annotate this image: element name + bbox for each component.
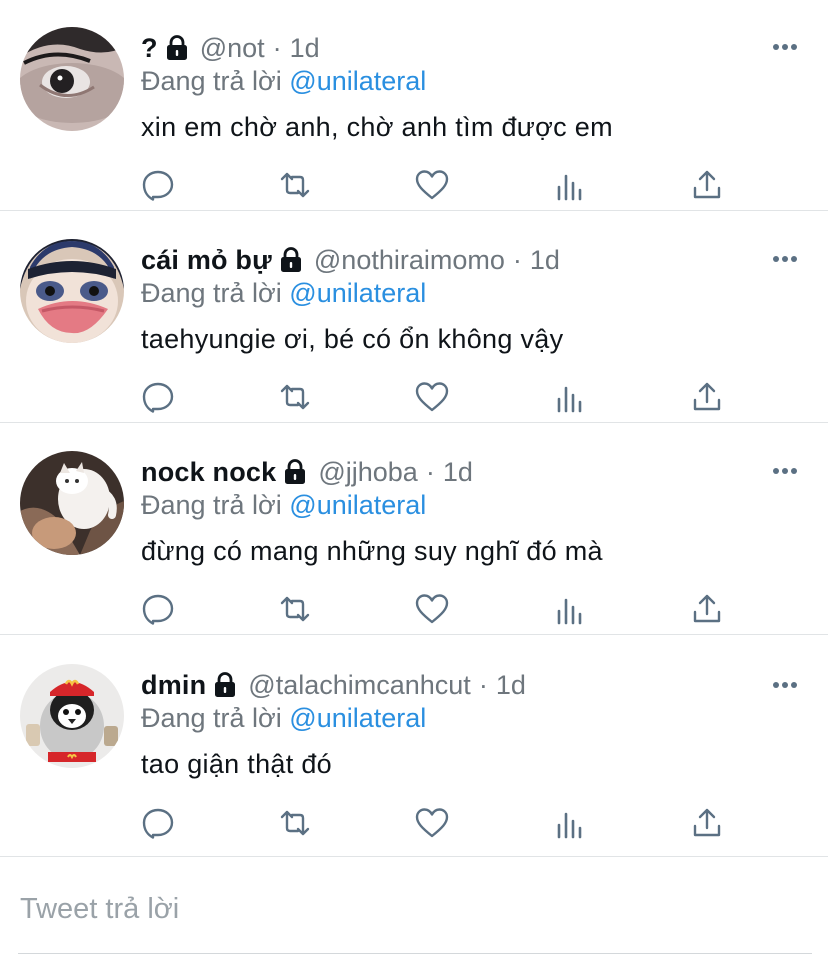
- analytics-icon[interactable]: [553, 168, 587, 202]
- analytics-icon[interactable]: [553, 380, 587, 414]
- reply-input[interactable]: [18, 880, 812, 938]
- avatar[interactable]: [20, 664, 124, 768]
- display-name[interactable]: nock nock: [141, 457, 276, 488]
- tweet-text: tao giận thật đó: [141, 749, 332, 779]
- more-icon[interactable]: [772, 462, 798, 474]
- separator-dot: ·: [272, 32, 282, 63]
- reply-icon[interactable]: [141, 592, 175, 626]
- lock-icon: [279, 247, 303, 273]
- reply-mention[interactable]: @unilateral: [289, 278, 426, 308]
- tweet-actions: [0, 592, 828, 628]
- reply-context: Đang trả lời @unilateral: [141, 278, 426, 309]
- share-icon[interactable]: [690, 380, 724, 414]
- more-icon[interactable]: [772, 250, 798, 262]
- reply-composer: [0, 856, 828, 955]
- separator-dot: ·: [478, 669, 488, 700]
- analytics-icon[interactable]: [553, 806, 587, 840]
- user-handle[interactable]: @talachimcanhcut: [248, 670, 471, 701]
- heart-icon[interactable]: [415, 168, 449, 202]
- more-icon[interactable]: [772, 38, 798, 50]
- user-handle[interactable]: @nothiraimomo: [314, 245, 505, 276]
- reply-prefix: Đang trả lời: [141, 490, 282, 520]
- more-icon[interactable]: [772, 676, 798, 688]
- reply-mention[interactable]: @unilateral: [289, 703, 426, 733]
- reply-context: Đang trả lời @unilateral: [141, 66, 426, 97]
- lock-icon: [213, 672, 237, 698]
- tweet-text: taehyungie ơi, bé có ổn không vậy: [141, 324, 564, 354]
- lock-icon: [283, 459, 307, 485]
- timestamp[interactable]: 1d: [496, 670, 526, 701]
- reply-mention[interactable]: @unilateral: [289, 490, 426, 520]
- heart-icon[interactable]: [415, 806, 449, 840]
- tweet-text: đừng có mang những suy nghĩ đó mà: [141, 536, 603, 566]
- timestamp[interactable]: 1d: [290, 33, 320, 64]
- tweet-actions: [0, 380, 828, 416]
- tweet-text: xin em chờ anh, chờ anh tìm được em: [141, 112, 613, 142]
- tweet-item[interactable]: dmin @talachimcanhcut · 1d Đang trả lời …: [0, 636, 828, 857]
- reply-prefix: Đang trả lời: [141, 703, 282, 733]
- display-name[interactable]: cái mỏ bự: [141, 245, 272, 276]
- timestamp[interactable]: 1d: [443, 457, 473, 488]
- user-handle[interactable]: @jjhoba: [318, 457, 417, 488]
- reply-icon[interactable]: [141, 380, 175, 414]
- retweet-icon[interactable]: [278, 380, 312, 414]
- reply-prefix: Đang trả lời: [141, 278, 282, 308]
- share-icon[interactable]: [690, 168, 724, 202]
- reply-icon[interactable]: [141, 806, 175, 840]
- heart-icon[interactable]: [415, 380, 449, 414]
- analytics-icon[interactable]: [553, 592, 587, 626]
- display-name[interactable]: dmin: [141, 670, 206, 701]
- user-handle[interactable]: @not: [200, 33, 265, 64]
- reply-prefix: Đang trả lời: [141, 66, 282, 96]
- lock-icon: [165, 35, 189, 61]
- retweet-icon[interactable]: [278, 806, 312, 840]
- share-icon[interactable]: [690, 592, 724, 626]
- reply-context: Đang trả lời @unilateral: [141, 703, 426, 734]
- tweet-item[interactable]: nock nock @jjhoba · 1d Đang trả lời @uni…: [0, 424, 828, 635]
- tweet-item[interactable]: ? @not · 1d Đang trả lời @unilateral xin…: [0, 0, 828, 211]
- tweet-actions: [0, 806, 828, 842]
- retweet-icon[interactable]: [278, 168, 312, 202]
- timestamp[interactable]: 1d: [530, 245, 560, 276]
- heart-icon[interactable]: [415, 592, 449, 626]
- reply-icon[interactable]: [141, 168, 175, 202]
- display-name[interactable]: ?: [141, 33, 158, 64]
- composer-divider: [18, 953, 812, 954]
- share-icon[interactable]: [690, 806, 724, 840]
- separator-dot: ·: [425, 456, 435, 487]
- separator-dot: ·: [512, 244, 522, 275]
- reply-mention[interactable]: @unilateral: [289, 66, 426, 96]
- avatar[interactable]: [20, 451, 124, 555]
- reply-context: Đang trả lời @unilateral: [141, 490, 426, 521]
- tweet-actions: [0, 168, 828, 204]
- avatar[interactable]: [20, 239, 124, 343]
- tweet-item[interactable]: cái mỏ bự @nothiraimomo · 1d Đang trả lờ…: [0, 212, 828, 423]
- retweet-icon[interactable]: [278, 592, 312, 626]
- avatar[interactable]: [20, 27, 124, 131]
